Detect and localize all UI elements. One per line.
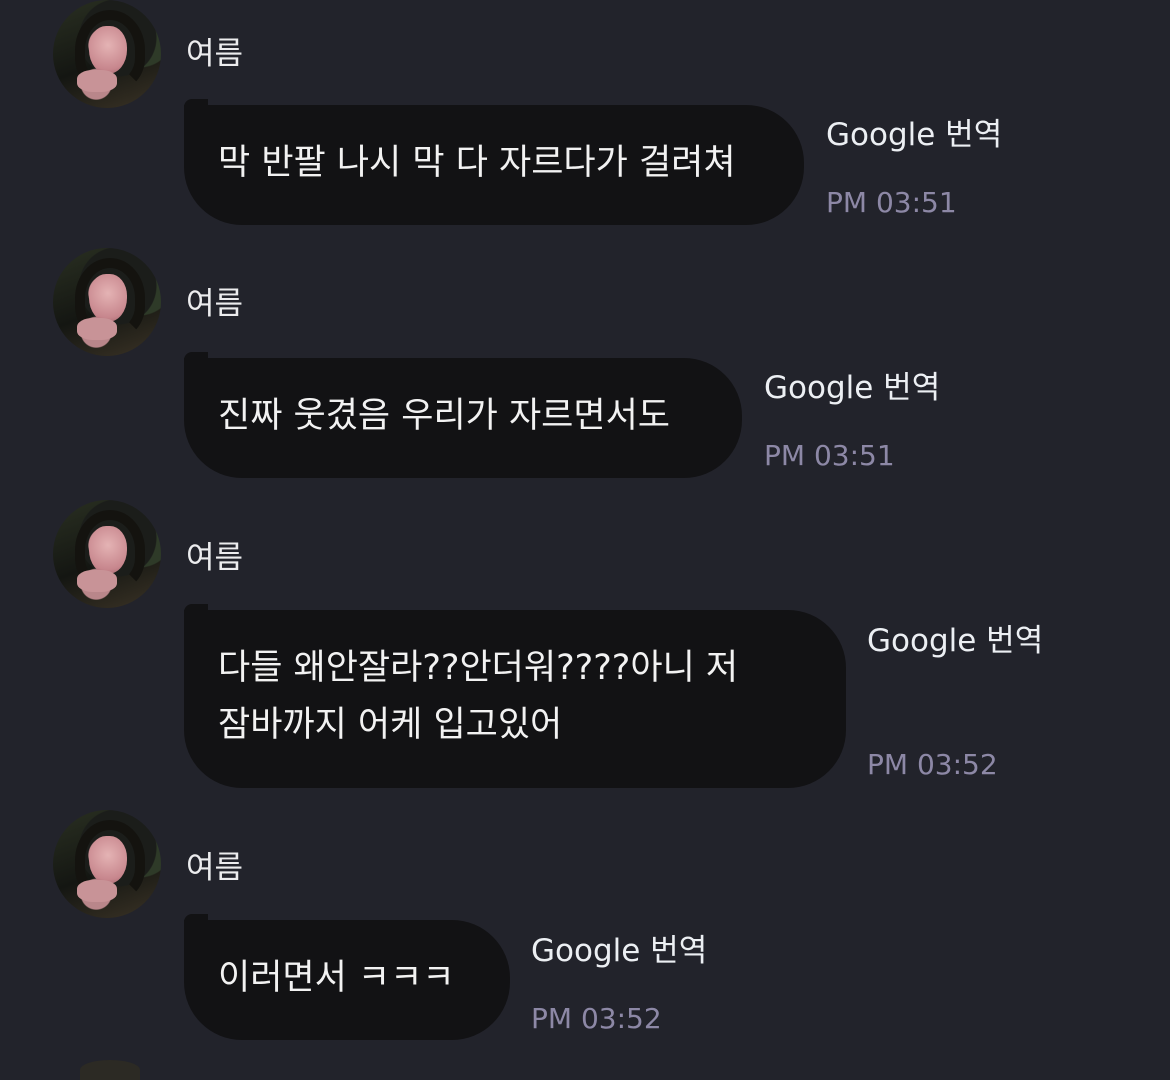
google-translate-link[interactable]: Google 번역: [867, 622, 1043, 660]
google-translate-link[interactable]: Google 번역: [531, 932, 707, 970]
avatar[interactable]: [53, 500, 161, 608]
message-bubble[interactable]: 다들 왜안잘라??안더워????아니 저 잠바까지 어케 입고있어: [184, 604, 846, 788]
message-text-line: 다들 왜안잘라??안더워????아니 저: [218, 648, 739, 688]
message-meta: Google 번역 PM 03:51: [826, 116, 1002, 220]
message-meta: Google 번역 PM 03:52: [867, 622, 1043, 782]
message-bubble[interactable]: 진짜 웃겼음 우리가 자르면서도: [184, 352, 742, 478]
message-bubble[interactable]: 이러면서 ㅋㅋㅋ: [184, 914, 510, 1040]
avatar[interactable]: [53, 810, 161, 918]
google-translate-link[interactable]: Google 번역: [826, 116, 1002, 154]
google-translate-link[interactable]: Google 번역: [764, 369, 940, 407]
avatar[interactable]: [53, 248, 161, 356]
message-meta: Google 번역 PM 03:52: [531, 932, 707, 1036]
sender-name: 여름: [186, 36, 244, 72]
sender-name: 여름: [186, 286, 244, 322]
sender-name: 여름: [186, 850, 244, 886]
message-text-line: 이러면서 ㅋㅋㅋ: [218, 958, 455, 998]
message-timestamp: PM 03:52: [531, 1002, 662, 1035]
message-timestamp: PM 03:51: [826, 186, 957, 219]
avatar[interactable]: [53, 0, 161, 108]
avatar[interactable]: [80, 1060, 140, 1080]
sender-name: 여름: [186, 540, 244, 576]
message-bubble[interactable]: 막 반팔 나시 막 다 자르다가 걸려쳐: [184, 99, 804, 225]
message-text-line: 잠바까지 어케 입고있어: [218, 705, 563, 745]
chat-thread: 여름 막 반팔 나시 막 다 자르다가 걸려쳐 Google 번역 PM 03:…: [0, 0, 1170, 1080]
message-text-line: 막 반팔 나시 막 다 자르다가 걸려쳐: [218, 143, 736, 183]
message-meta: Google 번역 PM 03:51: [764, 369, 940, 473]
message-timestamp: PM 03:52: [867, 748, 998, 781]
message-timestamp: PM 03:51: [764, 439, 895, 472]
message-text-line: 진짜 웃겼음 우리가 자르면서도: [218, 396, 670, 436]
